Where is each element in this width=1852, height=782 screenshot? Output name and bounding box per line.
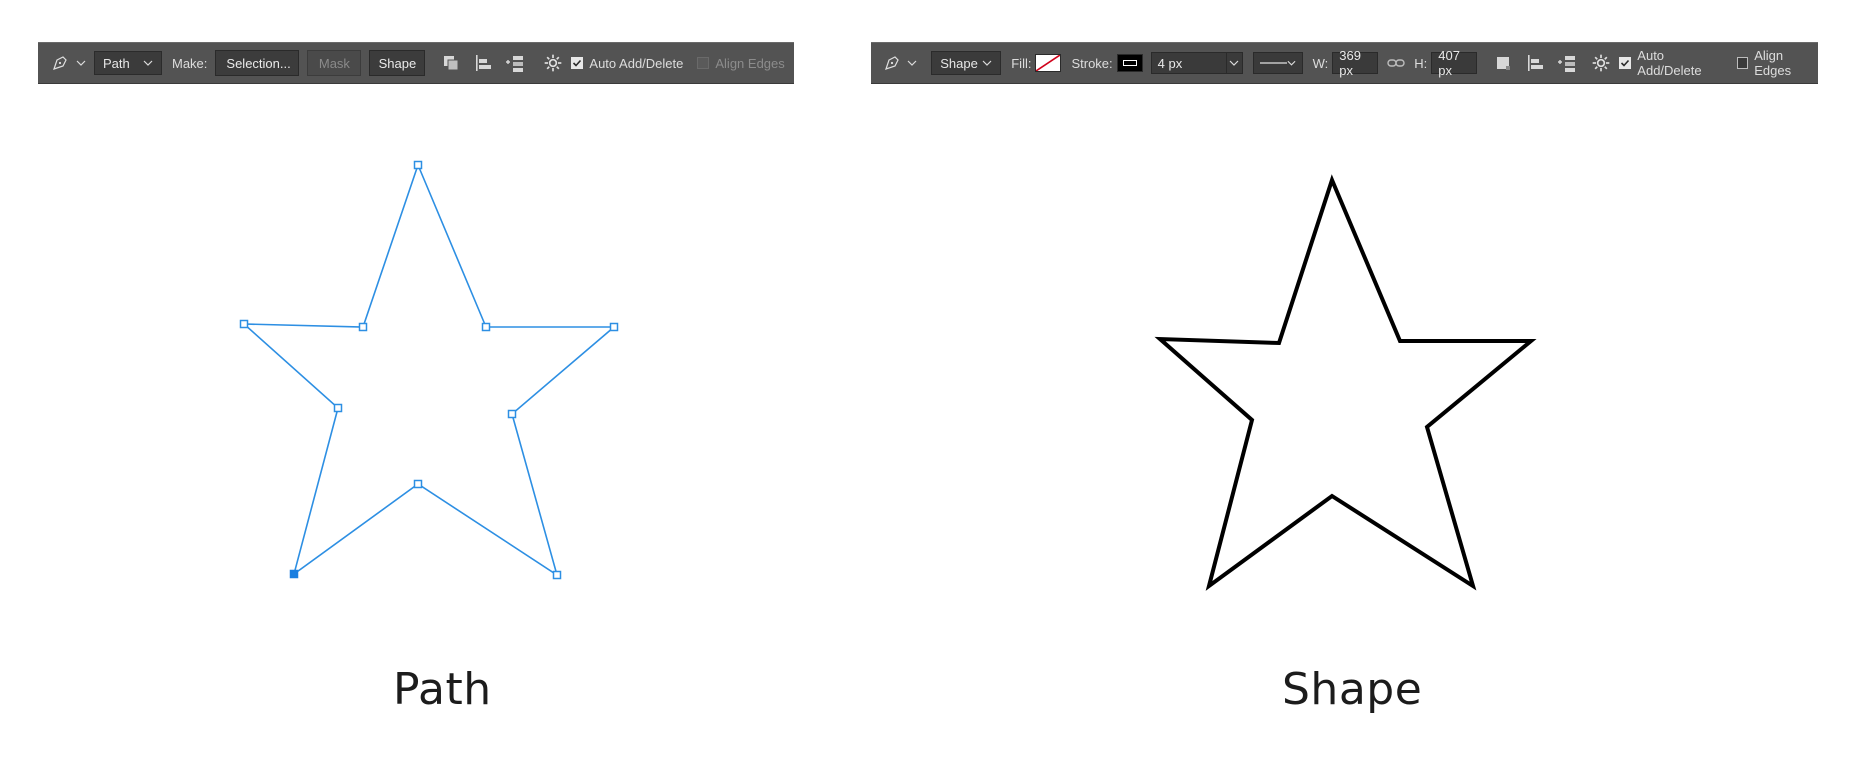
shape-caption: Shape — [1282, 664, 1423, 715]
path-star-outline — [241, 162, 617, 577]
anchor-point-selected[interactable] — [289, 569, 299, 579]
chevron-down-icon[interactable] — [907, 58, 917, 68]
anchor-point[interactable] — [481, 322, 491, 332]
anchor-point[interactable] — [333, 403, 343, 413]
anchor-point[interactable] — [609, 322, 619, 332]
shape-star — [1154, 174, 1537, 591]
anchor-point[interactable] — [358, 322, 368, 332]
anchor-point[interactable] — [413, 479, 423, 489]
anchor-point[interactable] — [413, 160, 423, 170]
anchor-point[interactable] — [239, 319, 249, 329]
left-panel: Path Make: Selection... Mask Shape Auto … — [0, 0, 926, 782]
anchor-point[interactable] — [552, 570, 562, 580]
pen-tool-icon[interactable] — [881, 51, 903, 75]
anchor-point[interactable] — [507, 409, 517, 419]
path-caption: Path — [393, 664, 492, 715]
